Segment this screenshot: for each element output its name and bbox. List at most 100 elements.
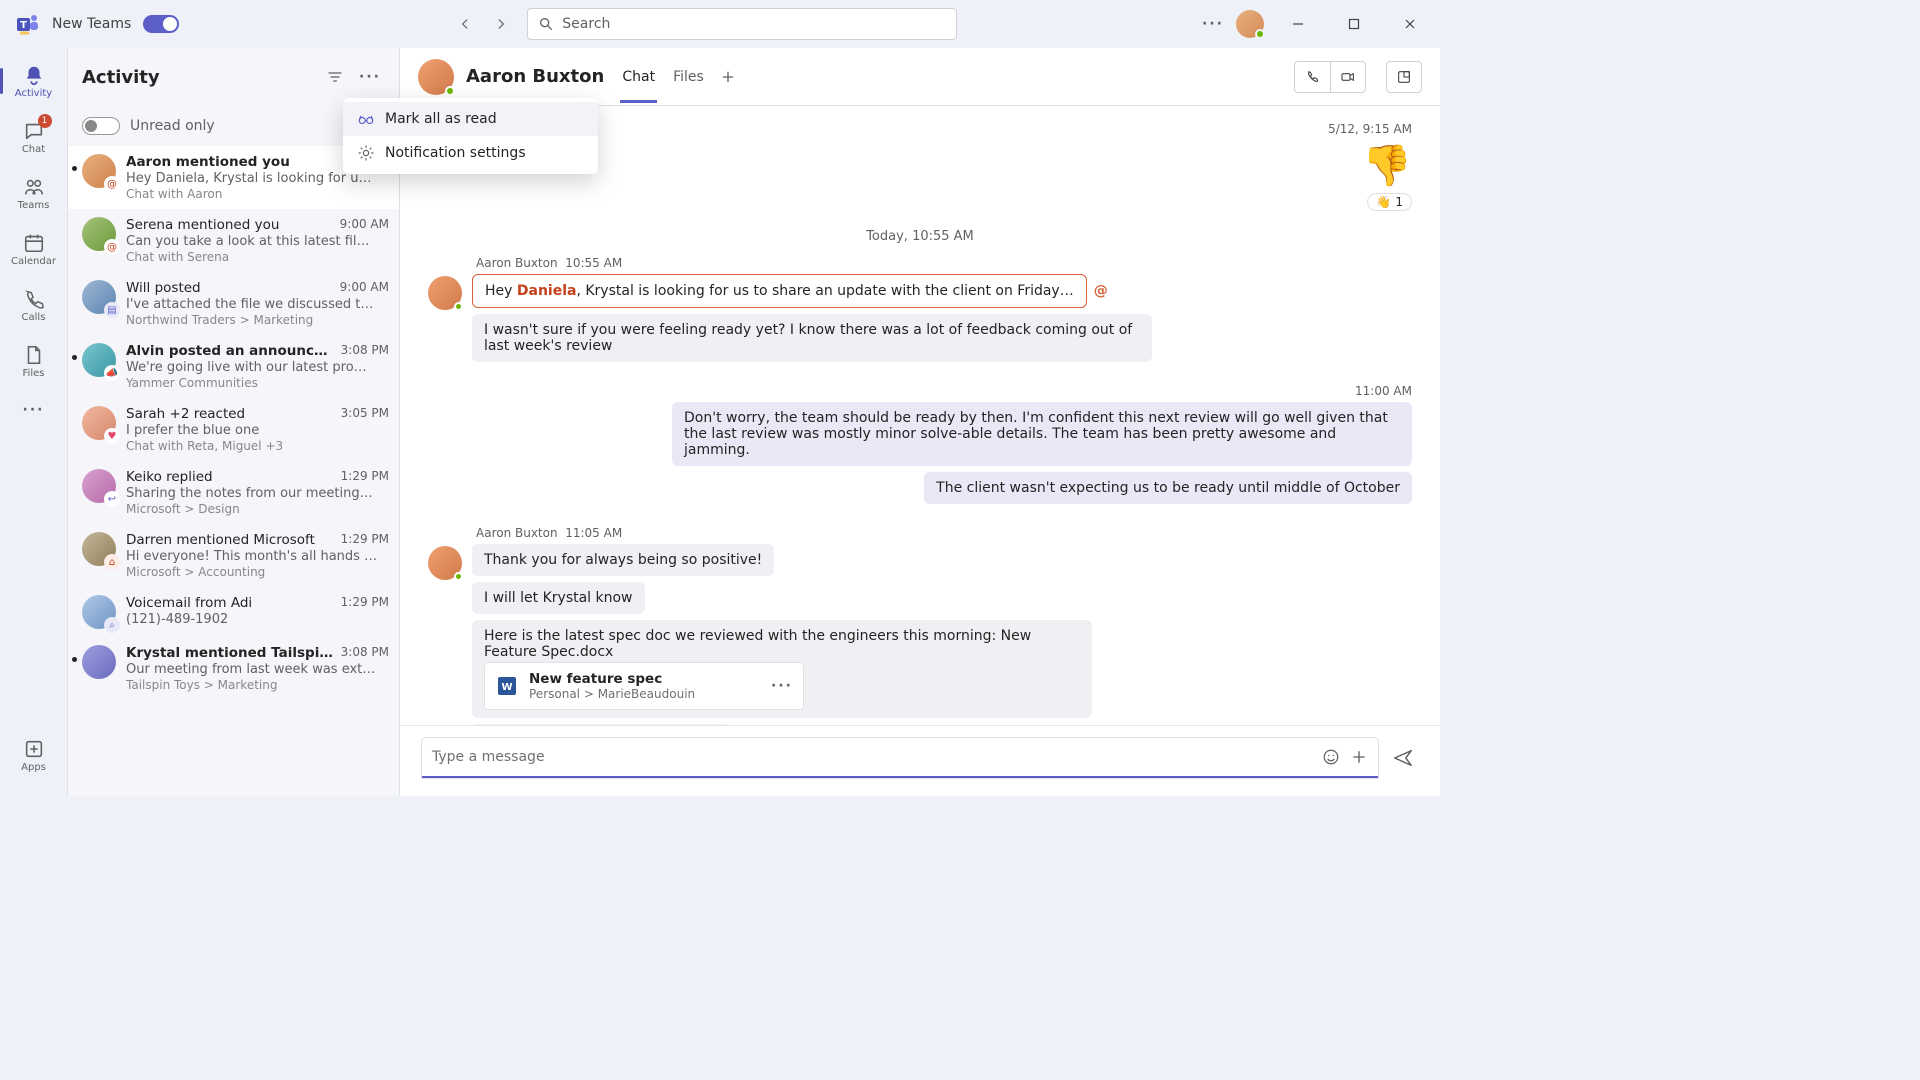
announcement-badge-icon: 📣 [104,365,120,381]
bell-icon [23,64,45,86]
gear-icon [357,144,375,162]
calendar-icon [23,232,45,254]
feed-item[interactable]: Krystal mentioned Tailspin Toys3:08 PM O… [68,637,399,700]
new-teams-toggle[interactable] [143,15,179,33]
message-bubble[interactable]: I wasn't sure if you were feeling ready … [472,314,1152,362]
avatar: ⌂ [82,532,116,566]
rail-chat[interactable]: 1 Chat [4,110,64,164]
plus-icon [1350,748,1368,766]
tab-files[interactable]: Files [671,51,706,103]
unread-only-toggle[interactable] [82,117,120,135]
message-bubble[interactable]: Hey Daniela, Krystal is looking for us t… [472,274,1087,308]
ellipsis-icon: ··· [23,402,45,418]
mention-name: Daniela [517,283,577,299]
phone-icon [23,288,45,310]
audio-call-button[interactable] [1294,61,1330,93]
message-list[interactable]: 5/12, 9:15 AM 👎 👋 1 Today, 10:55 AM Aaro… [400,106,1440,725]
chat-contact-avatar[interactable] [418,59,454,95]
message-group-incoming: Aaron Buxton 11:05 AM Thank you for alwa… [428,526,1412,725]
unread-dot-icon [72,355,77,360]
teams-logo-icon: T [16,12,40,36]
unread-dot-icon [72,166,77,171]
video-icon [1340,69,1356,85]
nav-back-button[interactable] [451,10,479,38]
feed-item[interactable]: 📣 Alvin posted an announcement3:08 PM We… [68,335,399,398]
popout-button[interactable] [1386,61,1422,93]
menu-mark-all-read[interactable]: Mark all as read [343,102,598,136]
rail-more[interactable]: ··· [4,390,64,430]
chat-badge: 1 [38,114,52,128]
rail-calendar[interactable]: Calendar [4,222,64,276]
feed-item[interactable]: ♥ Sarah +2 reacted3:05 PM I prefer the b… [68,398,399,461]
emoji-icon [1322,748,1340,766]
post-badge-icon: ▤ [104,302,120,318]
activity-context-menu: Mark all as read Notification settings [343,98,598,174]
message-group-outgoing: 11:00 AM Don't worry, the team should be… [428,384,1412,510]
compose-add-button[interactable] [1350,748,1368,766]
message-bubble[interactable]: The client wasn't expecting us to be rea… [924,472,1412,504]
reaction-pill[interactable]: 👋 1 [1367,193,1412,211]
message-bubble[interactable]: I will let Krystal know [472,582,645,614]
phone-icon [1305,69,1321,85]
presence-available-icon [445,86,455,96]
message-bubble[interactable]: Don't worry, the team should be ready by… [672,402,1412,466]
titlebar: T New Teams Search ··· [0,0,1440,48]
window-minimize-button[interactable] [1276,8,1320,40]
avatar [82,645,116,679]
apps-icon [23,738,45,760]
avatar: ▤ [82,280,116,314]
teams-icon [23,176,45,198]
message-bubble[interactable]: Thank you for always being so positive! [472,544,774,576]
message-bubble[interactable]: Here is the latest spec doc we reviewed … [472,620,1092,718]
composer: Type a message [400,725,1440,796]
menu-notification-settings[interactable]: Notification settings [343,136,598,170]
feed-item[interactable]: ⌂ Darren mentioned Microsoft1:29 PM Hi e… [68,524,399,587]
activity-feed[interactable]: @ Aaron mentioned you9:0 Hey Daniela, Kr… [68,146,399,796]
glasses-icon [357,110,375,128]
avatar: @ [82,154,116,188]
feed-item[interactable]: @ Serena mentioned you9:00 AM Can you ta… [68,209,399,272]
rail-apps[interactable]: Apps [4,728,64,782]
search-icon [538,16,554,32]
window-maximize-button[interactable] [1332,8,1376,40]
mention-badge-icon: @ [104,176,120,192]
day-divider: Today, 10:55 AM [428,229,1412,244]
heart-badge-icon: ♥ [104,428,120,444]
avatar: @ [82,217,116,251]
feed-item[interactable]: ↩ Keiko replied1:29 PM Sharing the notes… [68,461,399,524]
window-close-button[interactable] [1388,8,1432,40]
add-tab-button[interactable] [720,69,736,85]
timestamp: 11:00 AM [428,384,1412,398]
filter-button[interactable] [323,65,347,89]
compose-input[interactable]: Type a message [422,738,1378,778]
user-avatar[interactable] [1236,10,1264,38]
file-attachment[interactable]: W New feature spec Personal > MarieBeaud… [484,662,804,710]
app-rail: Activity 1 Chat Teams Calendar Calls [0,48,68,796]
activity-more-button[interactable]: ··· [355,65,385,89]
send-button[interactable] [1388,743,1418,773]
send-icon [1392,747,1414,769]
feed-item[interactable]: ⌕ Voicemail from Adi1:29 PM (121)-489-19… [68,587,399,637]
file-more-button[interactable]: ··· [771,678,793,694]
video-call-button[interactable] [1330,61,1366,93]
search-input[interactable]: Search [527,8,957,40]
avatar: ↩ [82,469,116,503]
sender-avatar [428,546,462,580]
team-mention-badge-icon: ⌂ [104,554,120,570]
tab-chat[interactable]: Chat [620,51,657,103]
voicemail-badge-icon: ⌕ [104,617,120,633]
svg-text:T: T [20,20,27,31]
emoji-button[interactable] [1322,748,1340,766]
mention-badge-icon: @ [104,239,120,255]
file-icon [23,344,45,366]
settings-more-button[interactable]: ··· [1202,16,1224,32]
nav-forward-button[interactable] [487,10,515,38]
app-label: New Teams [52,16,131,32]
rail-activity[interactable]: Activity [4,54,64,108]
feed-item[interactable]: ▤ Will posted9:00 AM I've attached the f… [68,272,399,335]
rail-files[interactable]: Files [4,334,64,388]
compose-placeholder: Type a message [432,749,545,765]
rail-teams[interactable]: Teams [4,166,64,220]
rail-calls[interactable]: Calls [4,278,64,332]
reply-badge-icon: ↩ [104,491,120,507]
